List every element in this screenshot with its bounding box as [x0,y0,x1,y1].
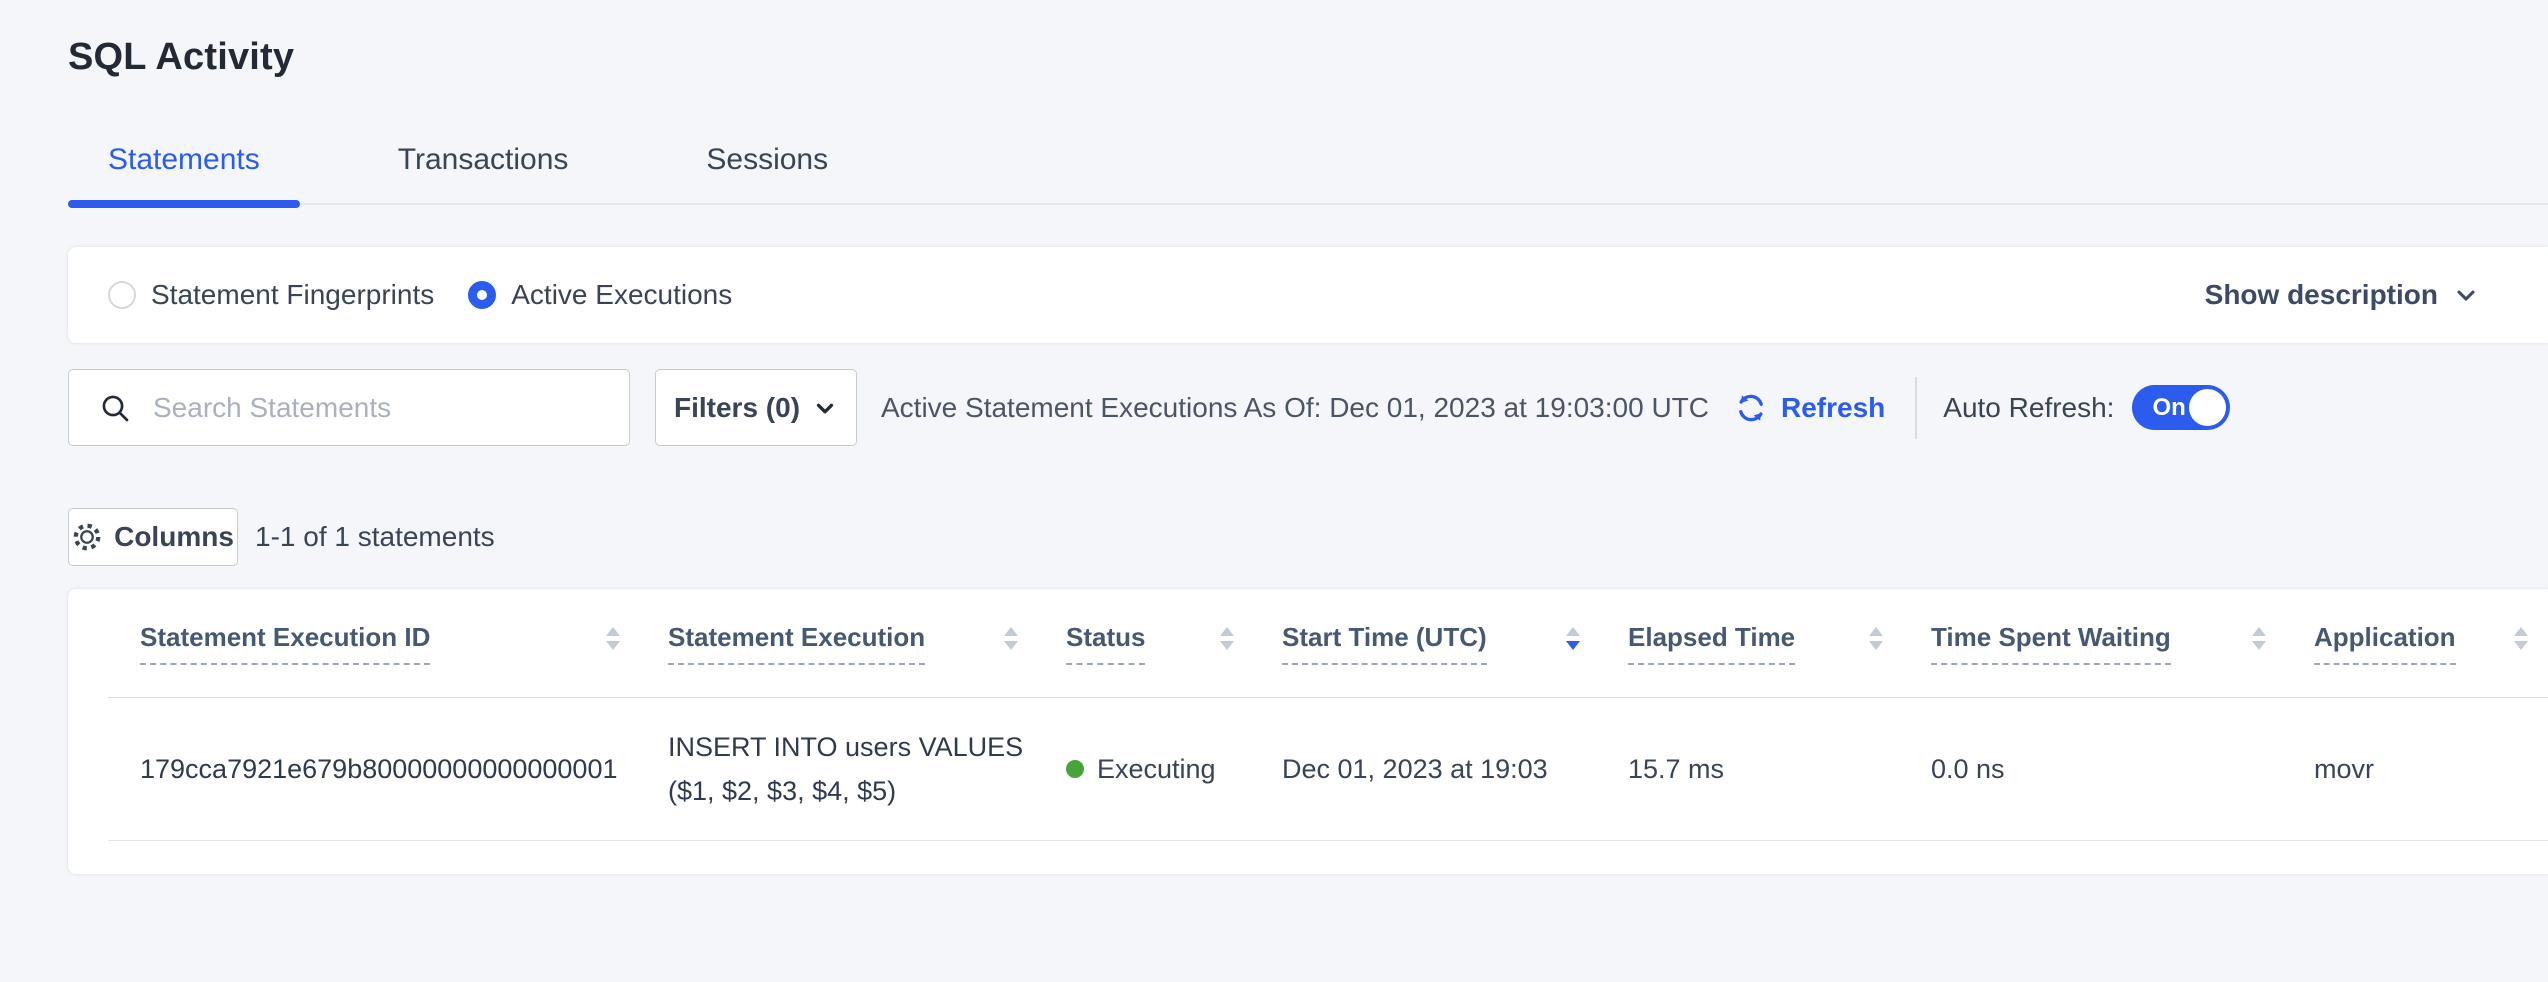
toggle-state-label: On [2152,394,2185,422]
column-header-elapsed-time[interactable]: Elapsed Time [1628,589,1931,697]
page-header: SQL Activity [0,0,2548,79]
status-dot-icon [1066,760,1084,778]
column-header-start-time[interactable]: Start Time (UTC) [1282,589,1628,697]
cell-time-spent-waiting: 0.0 ns [1931,698,2314,840]
radio-selected-icon[interactable] [468,281,496,309]
view-mode-radio-group: Statement Fingerprints Active Executions [108,279,732,311]
table-toolbar: Columns 1-1 of 1 statements [68,508,2548,566]
vertical-divider [1915,377,1917,439]
statements-table-card: Statement Execution ID Statement Executi… [68,589,2548,874]
cell-execution-id: 179cca7921e679b80000000000000001 [108,698,668,840]
chevron-down-icon [2452,281,2480,309]
controls-row: Filters (0) Active Statement Executions … [68,369,2548,446]
auto-refresh-toggle[interactable]: On [2132,385,2230,430]
table-row: 179cca7921e679b80000000000000001 INSERT … [108,698,2548,841]
sort-arrows-icon[interactable] [2252,627,2266,650]
refresh-icon [1733,390,1769,426]
tab-bar: Statements Transactions Sessions [68,143,2548,205]
search-icon [99,392,131,424]
cell-statement[interactable]: INSERT INTO users VALUES ($1, $2, $3, $4… [668,698,1066,840]
sort-arrows-icon[interactable] [1869,627,1883,650]
view-mode-card: Statement Fingerprints Active Executions… [68,247,2548,343]
search-input[interactable] [153,392,593,424]
radio-label: Active Executions [511,279,732,311]
column-header-status[interactable]: Status [1066,589,1282,697]
filters-button[interactable]: Filters (0) [655,369,857,446]
results-count: 1-1 of 1 statements [255,521,495,553]
show-description-label: Show description [2205,279,2438,311]
radio-label: Statement Fingerprints [151,279,434,311]
tab-transactions[interactable]: Transactions [358,143,609,203]
radio-active-executions[interactable]: Active Executions [468,279,732,311]
gear-icon [72,522,102,552]
radio-unselected-icon[interactable] [108,281,136,309]
sql-activity-page: SQL Activity Statements Transactions Ses… [0,0,2548,982]
status-label: Executing [1097,754,1216,785]
cell-start-time: Dec 01, 2023 at 19:03 [1282,698,1628,840]
refresh-label: Refresh [1781,392,1885,424]
cell-status: Executing [1066,698,1282,840]
column-header-statement-execution[interactable]: Statement Execution [668,589,1066,697]
chevron-down-icon [812,395,838,421]
sort-arrows-icon[interactable] [1220,627,1234,650]
column-header-time-spent-waiting[interactable]: Time Spent Waiting [1931,589,2314,697]
sort-arrows-icon[interactable] [1004,627,1018,650]
column-header-application[interactable]: Application [2314,589,2548,697]
sort-arrows-icon[interactable] [606,627,620,650]
sort-arrows-icon[interactable] [1566,627,1580,650]
columns-button-label: Columns [114,521,234,553]
tab-sessions[interactable]: Sessions [666,143,868,203]
as-of-timestamp: Active Statement Executions As Of: Dec 0… [881,392,1709,424]
radio-statement-fingerprints[interactable]: Statement Fingerprints [108,279,434,311]
table-header-row: Statement Execution ID Statement Executi… [108,589,2548,698]
page-title: SQL Activity [68,36,2548,79]
cell-elapsed-time: 15.7 ms [1628,698,1931,840]
statements-table: Statement Execution ID Statement Executi… [108,589,2548,841]
column-header-statement-execution-id[interactable]: Statement Execution ID [108,589,668,697]
filters-label: Filters (0) [674,392,800,424]
search-box[interactable] [68,369,630,446]
auto-refresh-label: Auto Refresh: [1943,392,2114,424]
refresh-button[interactable]: Refresh [1733,390,1885,426]
columns-button[interactable]: Columns [68,508,238,566]
toggle-knob[interactable] [2189,389,2226,426]
sort-arrows-icon[interactable] [2514,627,2528,650]
tab-statements[interactable]: Statements [68,143,300,203]
cell-application: movr [2314,698,2548,840]
show-description-toggle[interactable]: Show description [2205,279,2480,311]
